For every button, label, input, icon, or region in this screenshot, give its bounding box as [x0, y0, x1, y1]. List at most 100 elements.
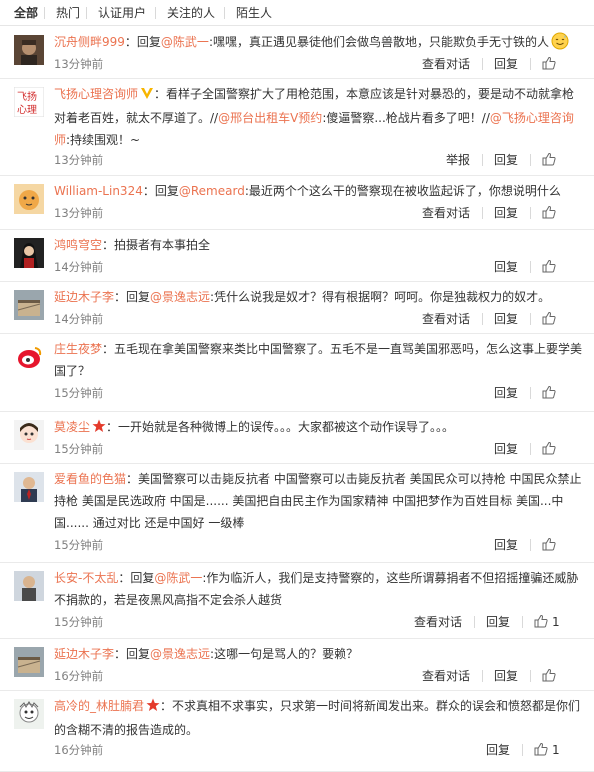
view-dialog-link[interactable]: 查看对话: [422, 205, 470, 221]
mention-link[interactable]: @陈武一: [161, 35, 209, 49]
like-button[interactable]: [542, 205, 580, 221]
comment-filter-tabs: 全部 热门 认证用户 关注的人 陌生人: [0, 0, 594, 26]
tab-following[interactable]: 关注的人: [167, 5, 215, 21]
like-button[interactable]: [542, 311, 580, 327]
mention-link[interactable]: @Remeard: [179, 184, 245, 198]
comment-timestamp: 15分钟前: [54, 538, 104, 552]
comment-timestamp: 13分钟前: [54, 153, 104, 167]
action-divider: [530, 670, 531, 682]
comment-actions: 回复 查看对话: [422, 205, 580, 221]
reply-button[interactable]: 回复: [486, 614, 510, 630]
avatar[interactable]: [14, 472, 44, 502]
avatar[interactable]: [14, 342, 44, 372]
action-divider: [482, 58, 483, 70]
comment-content: ：回复: [118, 571, 155, 585]
view-dialog-link[interactable]: 查看对话: [422, 56, 470, 72]
comment-item: 爱看鱼的色猫：美国警察可以击毙反抗者 中国警察可以击毙反抗者 美国民众可以持枪 …: [0, 464, 594, 563]
view-dialog-link[interactable]: 查看对话: [422, 311, 470, 327]
comment-text: 延边木子李：回复@景逸志远:这哪一句是骂人的？要赖？: [54, 643, 584, 665]
action-divider: [530, 313, 531, 325]
tab-divider: [155, 7, 156, 19]
avatar[interactable]: 飞扬 心理: [14, 87, 44, 117]
username-link[interactable]: 高冷的_林肚腩君: [54, 699, 144, 713]
comment-text: William-Lin324：回复@Remeard:最近两个个这么干的警察现在被…: [54, 180, 584, 202]
tab-all[interactable]: 全部: [14, 5, 38, 21]
reply-button[interactable]: 回复: [494, 311, 518, 327]
reply-button[interactable]: 回复: [494, 152, 518, 168]
like-button[interactable]: [542, 259, 580, 275]
like-button[interactable]: 1: [534, 614, 580, 630]
avatar[interactable]: [14, 290, 44, 320]
reply-button[interactable]: 回复: [494, 385, 518, 401]
username-link[interactable]: 飞扬心理咨询师: [54, 87, 138, 101]
avatar[interactable]: [14, 238, 44, 268]
like-count: 1: [552, 615, 560, 629]
comment-item: 高冷的_林肚腩君 ：不求真相不求事实，只求第一时间将新闻发出来。群众的误会和愤怒都…: [0, 691, 594, 772]
username-link[interactable]: 长安-不太乱: [54, 571, 118, 585]
comment-content: :凭什么说我是奴才？得有根据啊？呵呵。你是独裁权力的奴才。: [210, 290, 551, 304]
verified-v-icon[interactable]: [140, 85, 154, 107]
member-star-icon[interactable]: [146, 697, 160, 719]
comment-text: 莫凌尘 ：一开始就是各种微博上的误传。。。大家都被这个动作误导了。。。: [54, 416, 584, 440]
username-link[interactable]: 延边木子李: [54, 647, 114, 661]
comment-text: 鸿鸣穹空：拍摄者有本事拍全: [54, 234, 584, 256]
reply-button[interactable]: 回复: [494, 668, 518, 684]
comment-item: 延边木子李：回复@景逸志远:这哪一句是骂人的？要赖？ 16分钟前 回复 查看对话: [0, 639, 594, 691]
thumbs-up-icon: [542, 311, 580, 325]
reply-button[interactable]: 回复: [494, 441, 518, 457]
mention-link[interactable]: @邢台出租车V预约: [218, 111, 322, 125]
username-link[interactable]: 沉舟侧畔999: [54, 35, 125, 49]
reply-button[interactable]: 回复: [494, 259, 518, 275]
mention-link[interactable]: @陈武一: [154, 571, 202, 585]
comment-content: :傻逼警察...枪战片看多了吧！//: [322, 111, 490, 125]
svg-text:飞扬: 飞扬: [17, 90, 37, 103]
comment-text: 飞扬心理咨询师 ：看样子全国警察扩大了用枪范围，本意应该是针对暴恐的，要是动不动就…: [54, 83, 584, 151]
reply-button[interactable]: 回复: [494, 56, 518, 72]
tab-verified-users[interactable]: 认证用户: [98, 5, 146, 21]
member-star-icon[interactable]: [92, 418, 106, 440]
comment-text: 高冷的_林肚腩君 ：不求真相不求事实，只求第一时间将新闻发出来。群众的误会和愤怒都…: [54, 695, 584, 741]
mention-link[interactable]: @景逸志远: [150, 647, 210, 661]
username-link[interactable]: 爱看鱼的色猫: [54, 472, 126, 486]
tab-strangers[interactable]: 陌生人: [236, 5, 272, 21]
like-button[interactable]: [542, 537, 580, 553]
action-divider: [482, 313, 483, 325]
avatar[interactable]: [14, 184, 44, 214]
like-button[interactable]: [542, 152, 580, 168]
tab-hot[interactable]: 热门: [56, 5, 80, 21]
like-button[interactable]: [542, 56, 580, 72]
like-button[interactable]: [542, 385, 580, 401]
view-dialog-link[interactable]: 查看对话: [414, 614, 462, 630]
comment-item: William-Lin324：回复@Remeard:最近两个个这么干的警察现在被…: [0, 176, 594, 230]
comment-actions: 回复: [430, 385, 580, 401]
avatar[interactable]: [14, 420, 44, 450]
like-button[interactable]: 1: [534, 742, 580, 758]
username-link[interactable]: 延边木子李: [54, 290, 114, 304]
username-link[interactable]: 庄生夜梦: [54, 342, 102, 356]
avatar[interactable]: [14, 699, 44, 729]
reply-button[interactable]: 回复: [494, 205, 518, 221]
reply-button[interactable]: 回复: [486, 742, 510, 758]
avatar[interactable]: [14, 35, 44, 65]
mention-link[interactable]: @景逸志远: [150, 290, 210, 304]
report-link[interactable]: 举报: [446, 152, 470, 168]
like-button[interactable]: [542, 441, 580, 457]
username-link[interactable]: William-Lin324: [54, 184, 143, 198]
username-link[interactable]: 莫凌尘: [54, 420, 90, 434]
comment-content: ：回复: [142, 184, 179, 198]
like-button[interactable]: [542, 668, 580, 684]
reply-button[interactable]: 回复: [494, 537, 518, 553]
comment-item: 庄生夜梦：五毛现在拿美国警察来类比中国警察了。五毛不是一直骂美国邪恶吗，怎么这事…: [0, 334, 594, 412]
comment-content: ：五毛现在拿美国警察来类比中国警察了。五毛不是一直骂美国邪恶吗，怎么这事上要学美…: [54, 342, 583, 378]
view-dialog-link[interactable]: 查看对话: [422, 668, 470, 684]
avatar[interactable]: [14, 647, 44, 677]
comment-content: ：回复: [124, 35, 161, 49]
action-divider: [530, 58, 531, 70]
thumbs-up-icon: [542, 56, 580, 70]
avatar[interactable]: [14, 571, 44, 601]
username-link[interactable]: 鸿鸣穹空: [54, 238, 102, 252]
action-divider: [482, 207, 483, 219]
thumbs-up-icon: [542, 441, 580, 455]
comment-actions: 回复 查看对话: [422, 56, 580, 72]
comment-item: 长安-不太乱：回复@陈武一:作为临沂人，我们是支持警察的，这些所谓募捐者不但招摇…: [0, 563, 594, 639]
